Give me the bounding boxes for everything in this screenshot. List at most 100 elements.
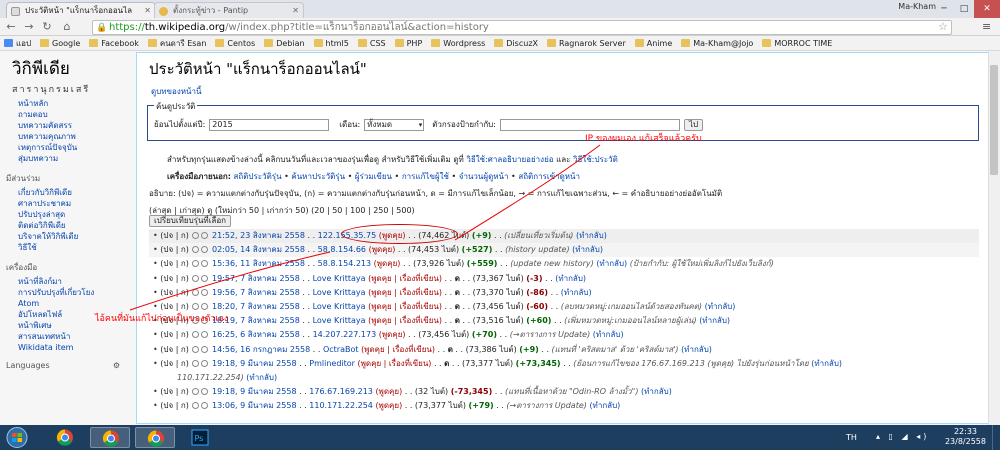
bookmark-star-icon[interactable]: ☆: [938, 20, 948, 33]
external-tool-link[interactable]: การแก้ไขผู้ใช้: [402, 172, 449, 181]
revision-radio-old[interactable]: [192, 288, 200, 296]
undo-link[interactable]: (ทำกลับ): [246, 373, 277, 382]
bookmark-item[interactable]: PHP: [394, 39, 422, 48]
bookmark-item[interactable]: Centos: [215, 39, 255, 48]
revision-date-link[interactable]: 19:18, 9 มีนาคม 2558: [212, 359, 297, 368]
revision-radio-new[interactable]: [201, 232, 209, 239]
user-talk-link[interactable]: (พูดคุย | เรื่องที่เขียน): [358, 359, 432, 368]
month-select[interactable]: ทั้งหมด: [364, 118, 425, 131]
sidebar-link[interactable]: Atom: [6, 298, 126, 309]
undo-link[interactable]: (ทำกลับ): [641, 387, 672, 396]
revision-radio-old[interactable]: [192, 246, 200, 254]
bookmark-item[interactable]: Anime: [634, 39, 672, 48]
revision-radio-old[interactable]: [192, 302, 200, 310]
user-link[interactable]: 58.8.154.66: [318, 245, 366, 254]
user-talk-link[interactable]: (พูดคุย | เรื่องที่เขียน): [361, 345, 435, 354]
sidebar-link[interactable]: ติดต่อวิกิพีเดีย: [6, 220, 126, 231]
user-talk-link[interactable]: (พูดคุย): [375, 401, 402, 410]
maximize-icon[interactable]: □: [954, 0, 974, 18]
diff-cur-link[interactable]: (ปจ | ก): [160, 330, 191, 339]
home-icon[interactable]: ⌂: [60, 20, 74, 34]
undo-link[interactable]: (ทำกลับ): [561, 288, 592, 297]
undo-link[interactable]: (ทำกลับ): [555, 274, 586, 283]
revision-date-link[interactable]: 13:06, 9 มีนาคม 2558: [212, 401, 297, 410]
revision-date-link[interactable]: 21:52, 23 สิงหาคม 2558: [212, 231, 305, 240]
sidebar-link[interactable]: บริจาคให้วิกิพีเดีย: [6, 231, 126, 242]
diff-cur-link[interactable]: (ปจ | ก): [160, 387, 191, 396]
bookmark-item[interactable]: Ma-Kham@Jojo: [681, 39, 753, 48]
user-talk-link[interactable]: (พูดคุย | เรื่องที่เขียน): [368, 316, 442, 325]
year-input[interactable]: 2015: [209, 118, 330, 131]
user-talk-link[interactable]: (พูดคุย): [369, 245, 396, 254]
revision-date-link[interactable]: 19:57, 7 สิงหาคม 2558: [212, 274, 300, 283]
sidebar-link[interactable]: เกี่ยวกับวิกิพีเดีย: [6, 187, 126, 198]
minimize-icon[interactable]: ─: [934, 0, 954, 18]
show-desktop-button[interactable]: [992, 425, 1000, 450]
user-link[interactable]: Pmlineditor: [309, 359, 355, 368]
sidebar-link[interactable]: บทความคุณภาพ: [6, 131, 126, 142]
start-button-icon[interactable]: [2, 426, 32, 449]
external-tool-link[interactable]: สถิติประวัติรุ่น: [234, 172, 282, 181]
bookmark-item[interactable]: Facebook: [89, 39, 139, 48]
sidebar-link[interactable]: การปรับปรุงที่เกี่ยวโยง: [6, 287, 126, 298]
user-link[interactable]: Love Krittaya: [313, 274, 366, 283]
taskbar-chrome-app-2[interactable]: [90, 427, 130, 448]
sidebar-link[interactable]: เหตุการณ์ปัจจุบัน: [6, 142, 126, 153]
revision-radio-new[interactable]: [201, 260, 209, 268]
revision-date-link[interactable]: 02:05, 14 สิงหาคม 2558: [212, 245, 305, 254]
sidebar-link[interactable]: Wikidata item: [6, 342, 126, 353]
diff-cur-link[interactable]: (ปจ | ก): [160, 274, 191, 283]
revision-radio-new[interactable]: [201, 302, 209, 310]
help-history-link[interactable]: วิธีใช้:ประวัติ: [573, 155, 618, 164]
revision-radio-old[interactable]: [192, 388, 200, 396]
tag-filter-input[interactable]: [499, 118, 680, 131]
url-input[interactable]: 🔒 https://th.wikipedia.org/w/index.php?t…: [92, 20, 952, 35]
forward-arrow-icon[interactable]: →: [22, 20, 36, 34]
revision-radio-new[interactable]: [201, 331, 209, 339]
undo-link[interactable]: (ทำกลับ): [705, 302, 736, 311]
revision-radio-old[interactable]: [192, 359, 200, 367]
view-logs-link[interactable]: ดูบทของหน้านี้: [151, 87, 201, 96]
revision-radio-new[interactable]: [201, 402, 209, 410]
help-summary-link[interactable]: วิธีใช้:ศาลอธิบายอย่างย่อ: [466, 155, 553, 164]
external-tool-link[interactable]: ค้นหาประวัติรุ่น: [291, 172, 345, 181]
user-talk-link[interactable]: (พูดคุย): [375, 387, 402, 396]
bookmark-item[interactable]: Ragnarok Server: [547, 39, 626, 48]
sidebar-link[interactable]: หน้าที่ลิงก์มา: [6, 276, 126, 287]
undo-link[interactable]: (ทำกลับ): [811, 359, 842, 368]
close-tab-icon[interactable]: ✕: [292, 3, 299, 18]
tray-icons[interactable]: ▴ ▯ ◢ ◂): [876, 432, 929, 441]
undo-link[interactable]: (ทำกลับ): [593, 330, 624, 339]
revision-date-link[interactable]: 14:56, 16 กรกฎาคม 2558: [212, 345, 310, 354]
sidebar-link[interactable]: ศาลาประชาคม: [6, 198, 126, 209]
user-link[interactable]: 58.8.154.213: [318, 259, 371, 268]
go-button[interactable]: ไป: [683, 118, 704, 131]
revision-radio-new[interactable]: [201, 388, 209, 396]
revision-radio-new[interactable]: [201, 345, 209, 353]
revision-date-link[interactable]: 18:20, 7 สิงหาคม 2558: [212, 302, 300, 311]
user-link[interactable]: 176.67.169.213: [309, 387, 373, 396]
tab-pantip[interactable]: ตั้งกระทู้ข่าว - Pantip ✕: [154, 2, 304, 18]
back-arrow-icon[interactable]: ←: [4, 20, 18, 34]
revision-date-link[interactable]: 19:18, 9 มีนาคม 2558: [212, 387, 297, 396]
diff-cur-link[interactable]: (ปจ | ก): [160, 302, 191, 311]
revision-radio-old[interactable]: [192, 260, 200, 268]
close-window-icon[interactable]: ✕: [974, 0, 1000, 18]
sidebar-link[interactable]: ถามตอบ: [6, 109, 126, 120]
revision-radio-new[interactable]: [201, 246, 209, 254]
taskbar-chrome-app-3[interactable]: [135, 427, 175, 448]
diff-cur-link[interactable]: (ปจ | ก): [160, 231, 191, 240]
revision-radio-old[interactable]: [192, 232, 200, 239]
bookmark-item[interactable]: html5: [313, 39, 349, 48]
external-tool-link[interactable]: สถิติการเข้าดูหน้า: [518, 172, 580, 181]
user-talk-link[interactable]: (พูดคุย | เรื่องที่เขียน): [368, 274, 442, 283]
undo-link[interactable]: (ทำกลับ): [699, 316, 730, 325]
diff-cur-link[interactable]: (ปจ | ก): [160, 288, 191, 297]
bookmark-item[interactable]: CSS: [357, 39, 386, 48]
user-talk-link[interactable]: (พูดคุย): [379, 330, 406, 339]
sidebar-link[interactable]: ปรับปรุงล่าสุด: [6, 209, 126, 220]
revision-radio-old[interactable]: [192, 402, 200, 410]
user-link[interactable]: Love Krittaya: [313, 316, 366, 325]
revision-date-link[interactable]: 16:25, 6 สิงหาคม 2558: [212, 330, 300, 339]
bookmark-item[interactable]: DiscuzX: [494, 39, 538, 48]
